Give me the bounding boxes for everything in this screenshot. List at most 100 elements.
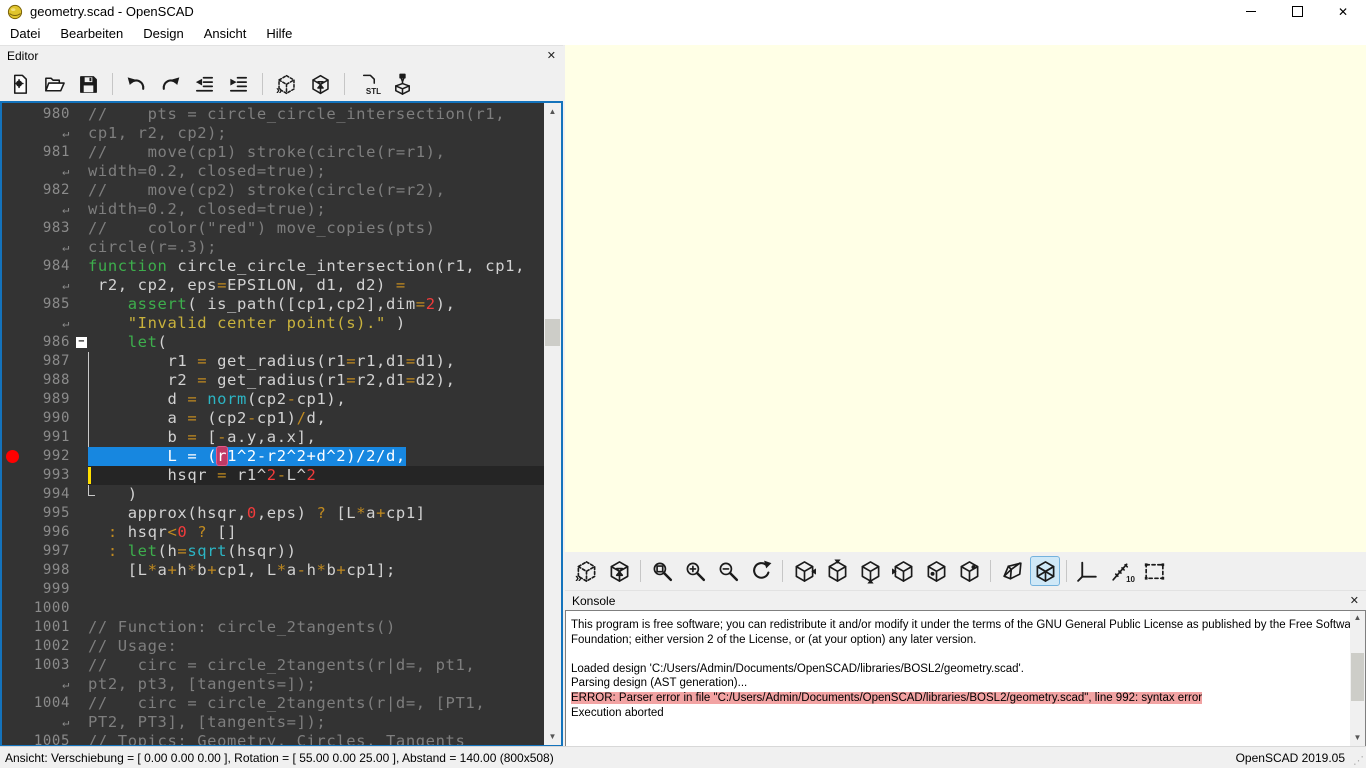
marker-margin[interactable]	[2, 599, 22, 618]
toolbar-button-preview[interactable]: »	[274, 72, 299, 97]
marker-margin[interactable]	[2, 637, 22, 656]
toolbar-button-undo[interactable]	[124, 72, 149, 97]
toolbar-button-view-front[interactable]	[922, 557, 950, 585]
toolbar-button-zoom-out[interactable]	[714, 557, 742, 585]
marker-margin[interactable]	[2, 105, 22, 124]
toolbar-button-view-all[interactable]	[1140, 557, 1168, 585]
viewport-canvas[interactable]	[565, 45, 1366, 552]
console-panel-close-icon[interactable]: ✕	[1350, 596, 1359, 607]
marker-margin[interactable]	[2, 580, 22, 599]
code-row[interactable]: 985 assert( is_path([cp1,cp2],dim=2),	[2, 295, 544, 314]
fold-margin[interactable]	[74, 656, 88, 675]
fold-collapse-icon[interactable]: −	[76, 337, 87, 348]
toolbar-button-zoom-all[interactable]	[648, 557, 676, 585]
toolbar-button-unindent[interactable]	[192, 72, 217, 97]
toolbar-button-view-left[interactable]	[889, 557, 917, 585]
fold-margin[interactable]	[74, 409, 88, 428]
toolbar-button-orthographic[interactable]	[1031, 557, 1059, 585]
fold-margin[interactable]	[74, 485, 88, 504]
fold-margin[interactable]	[74, 694, 88, 713]
marker-margin[interactable]	[2, 656, 22, 675]
marker-margin[interactable]	[2, 181, 22, 200]
code-row[interactable]: 982// move(cp2) stroke(circle(r=r2),	[2, 181, 544, 200]
toolbar-button-zoom-in[interactable]	[681, 557, 709, 585]
toolbar-button-open[interactable]	[42, 72, 67, 97]
marker-margin[interactable]	[2, 295, 22, 314]
marker-margin[interactable]	[2, 333, 22, 352]
toolbar-button-indent[interactable]	[226, 72, 251, 97]
marker-margin[interactable]	[2, 504, 22, 523]
scroll-up-icon[interactable]: ▲	[544, 103, 561, 120]
toolbar-button-scale-markers[interactable]: 10	[1107, 557, 1135, 585]
fold-margin[interactable]	[74, 143, 88, 162]
editor-scrollbar-thumb[interactable]	[545, 319, 560, 346]
toolbar-button-view-top[interactable]	[823, 557, 851, 585]
code-row[interactable]: 989 d = norm(cp2-cp1),	[2, 390, 544, 409]
code-row[interactable]: 994 )	[2, 485, 544, 504]
fold-margin[interactable]	[74, 181, 88, 200]
marker-margin[interactable]	[2, 542, 22, 561]
code-row[interactable]: 1005// Topics: Geometry, Circles, Tangen…	[2, 732, 544, 745]
fold-margin[interactable]	[74, 637, 88, 656]
menu-datei[interactable]: Datei	[0, 24, 50, 44]
toolbar-button-view-bottom[interactable]	[856, 557, 884, 585]
marker-margin[interactable]	[2, 257, 22, 276]
menu-ansicht[interactable]: Ansicht	[194, 24, 257, 44]
toolbar-button-render[interactable]	[605, 557, 633, 585]
marker-margin[interactable]	[2, 523, 22, 542]
marker-margin[interactable]	[2, 238, 22, 257]
fold-margin[interactable]	[74, 295, 88, 314]
code-row[interactable]: 1002// Usage:	[2, 637, 544, 656]
scroll-down-icon[interactable]: ▼	[544, 728, 561, 745]
fold-margin[interactable]	[74, 675, 88, 694]
code-row[interactable]: 1003// circ = circle_2tangents(r|d=, pt1…	[2, 656, 544, 675]
marker-margin[interactable]	[2, 409, 22, 428]
toolbar-button-view-back[interactable]	[955, 557, 983, 585]
toolbar-button-redo[interactable]	[158, 72, 183, 97]
fold-margin[interactable]	[74, 561, 88, 580]
fold-margin[interactable]	[74, 124, 88, 143]
marker-margin[interactable]	[2, 732, 22, 745]
marker-margin[interactable]	[2, 390, 22, 409]
code-row[interactable]: 988 r2 = get_radius(r1=r2,d1=d2),	[2, 371, 544, 390]
toolbar-button-new[interactable]	[8, 72, 33, 97]
code-row[interactable]: 995 approx(hsqr,0,eps) ? [L*a+cp1]	[2, 504, 544, 523]
fold-margin[interactable]	[74, 200, 88, 219]
marker-margin[interactable]	[2, 352, 22, 371]
code-row[interactable]: 987 r1 = get_radius(r1=r1,d1=d1),	[2, 352, 544, 371]
marker-margin[interactable]	[2, 143, 22, 162]
console-scrollbar-thumb[interactable]	[1351, 653, 1364, 701]
toolbar-button-save[interactable]	[76, 72, 101, 97]
fold-margin[interactable]	[74, 314, 88, 333]
console-scroll-up-icon[interactable]: ▲	[1350, 611, 1365, 626]
marker-margin[interactable]	[2, 466, 22, 485]
fold-margin[interactable]	[74, 713, 88, 732]
fold-margin[interactable]	[74, 352, 88, 371]
fold-margin[interactable]	[74, 732, 88, 745]
code-row[interactable]: 1001// Function: circle_2tangents()	[2, 618, 544, 637]
code-row[interactable]: ↵width=0.2, closed=true);	[2, 162, 544, 181]
marker-margin[interactable]	[2, 694, 22, 713]
fold-margin[interactable]	[74, 466, 88, 485]
code-row[interactable]: ↵pt2, pt3, [tangents=]);	[2, 675, 544, 694]
fold-margin[interactable]	[74, 276, 88, 295]
code-row[interactable]: 986− let(	[2, 333, 544, 352]
fold-margin[interactable]	[74, 542, 88, 561]
code-row[interactable]: 996 : hsqr<0 ? []	[2, 523, 544, 542]
code-row[interactable]: 998 [L*a+h*b+cp1, L*a-h*b+cp1];	[2, 561, 544, 580]
toolbar-button-axes[interactable]	[1074, 557, 1102, 585]
marker-margin[interactable]	[2, 219, 22, 238]
fold-margin[interactable]	[74, 447, 88, 466]
editor-panel-close-icon[interactable]: ✕	[547, 51, 556, 62]
marker-margin[interactable]	[2, 314, 22, 333]
toolbar-button-print-3d[interactable]	[390, 72, 415, 97]
code-row[interactable]: 990 a = (cp2-cp1)/d,	[2, 409, 544, 428]
marker-margin[interactable]	[2, 675, 22, 694]
code-row[interactable]: 1004// circ = circle_2tangents(r|d=, [PT…	[2, 694, 544, 713]
code-rows[interactable]: 980// pts = circle_circle_intersection(r…	[2, 103, 544, 745]
fold-margin[interactable]	[74, 390, 88, 409]
toolbar-button-render[interactable]	[308, 72, 333, 97]
fold-margin[interactable]	[74, 257, 88, 276]
marker-margin[interactable]	[2, 713, 22, 732]
marker-margin[interactable]	[2, 371, 22, 390]
